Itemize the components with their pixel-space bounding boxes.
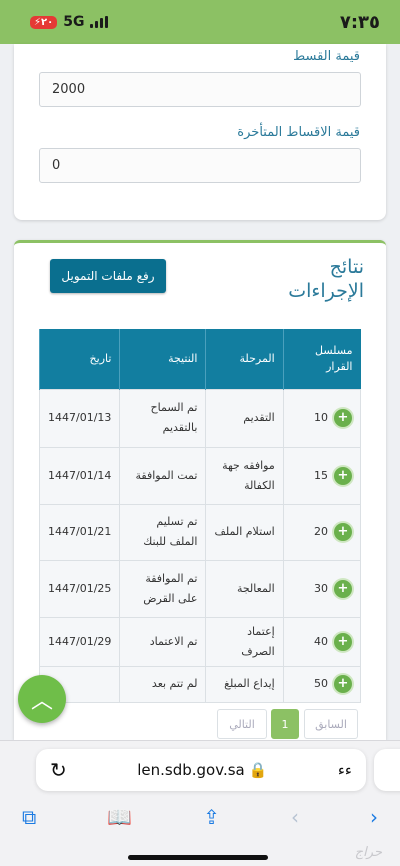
back-icon[interactable]: ‹ — [291, 805, 299, 829]
address-bar[interactable]: ↻ len.sdb.gov.sa 🔒 ءء — [36, 749, 366, 791]
row-serial: 20 — [314, 525, 328, 538]
row-date: 1447/01/21 — [38, 503, 121, 561]
table-row: +30 المعالجة تم الموافقة على القرض 1447/… — [38, 559, 362, 618]
expand-row-icon[interactable]: + — [334, 466, 352, 485]
url-text: len.sdb.gov.sa — [137, 761, 245, 779]
row-date: 1447/01/13 — [38, 388, 121, 448]
installment-input[interactable]: 2000 — [39, 72, 361, 107]
scroll-to-top-button[interactable]: ︿ — [18, 675, 66, 723]
lock-icon: 🔒 — [248, 761, 268, 779]
row-date: 1447/01/14 — [38, 446, 121, 505]
pagination-page-1[interactable]: 1 — [271, 709, 299, 739]
table-row: +50 إيداع المبلغ لم تتم بعد — [38, 665, 362, 703]
row-serial: 30 — [314, 581, 328, 595]
row-serial: 15 — [314, 468, 328, 482]
tabs-icon[interactable]: ⧉ — [22, 805, 36, 829]
row-serial: 50 — [314, 677, 328, 690]
table-row: +40 إعتماد الصرف تم الاعتماد 1447/01/29 — [38, 616, 362, 667]
forward-icon[interactable]: › — [370, 805, 378, 829]
row-stage: موافقه جهة الكفالة — [205, 446, 284, 505]
header-serial: مسلسل القرار — [282, 329, 361, 389]
network-type: 5G — [63, 14, 85, 30]
table-row: +15 موافقه جهة الكفالة تمت الموافقة 1447… — [38, 446, 362, 505]
expand-row-icon[interactable]: + — [334, 409, 352, 427]
expand-row-icon[interactable]: + — [334, 632, 352, 651]
procedures-table: مسلسل القرار المرحلة النتيجة تاريخ +10 ا… — [38, 329, 362, 703]
row-stage: إعتماد الصرف — [205, 616, 284, 667]
table-row: +20 استلام الملف تم تسليم الملف للبنك 14… — [38, 503, 362, 561]
procedures-card: نتائج الإجراءات رفع ملفات التمويل مسلسل … — [14, 240, 386, 740]
row-serial: 10 — [314, 411, 328, 424]
table-header-row: مسلسل القرار المرحلة النتيجة تاريخ — [38, 329, 361, 389]
expand-row-icon[interactable]: + — [334, 675, 352, 693]
row-stage: التقديم — [205, 388, 284, 448]
row-result: تمت الموافقة — [119, 446, 207, 505]
home-indicator — [128, 855, 268, 860]
reload-icon[interactable]: ↻ — [50, 758, 67, 782]
chevron-up-icon: ︿ — [30, 689, 53, 714]
battery-icon: ⚡٢٠ — [30, 15, 58, 29]
row-result: تم تسليم الملف للبنك — [119, 503, 207, 561]
header-stage: المرحلة — [205, 329, 284, 389]
row-date: 1447/01/29 — [38, 616, 121, 667]
row-stage: إيداع المبلغ — [205, 665, 284, 703]
row-stage: المعالجة — [205, 559, 284, 618]
status-indicators: ⚡٢٠ 5G — [30, 14, 109, 30]
browser-toolbar: ⧉ 📖 ⇪ ‹ › — [0, 799, 400, 835]
row-stage: استلام الملف — [205, 503, 284, 561]
late-installments-label: قيمة الاقساط المتأخرة — [237, 125, 360, 140]
row-result: تم السماح بالتقديم — [119, 388, 207, 448]
header-result: النتيجة — [119, 329, 206, 389]
expand-row-icon[interactable]: + — [334, 579, 352, 598]
next-tab-preview[interactable] — [374, 749, 400, 791]
expand-row-icon[interactable]: + — [334, 523, 352, 541]
section-title: نتائج الإجراءات — [288, 256, 364, 302]
row-date: 1447/01/25 — [38, 559, 121, 618]
row-serial: 40 — [314, 634, 328, 648]
pagination-prev-button[interactable]: السابق — [304, 709, 358, 739]
late-installments-value: 0 — [52, 158, 61, 173]
bookmarks-icon[interactable]: 📖 — [107, 805, 132, 829]
installment-card: قيمة القسط 2000 قيمة الاقساط المتأخرة 0 — [14, 44, 386, 220]
pagination-next-button[interactable]: التالي — [217, 709, 267, 739]
installment-label: قيمة القسط — [293, 49, 360, 64]
battery-level: ٢٠ — [41, 16, 54, 28]
row-result: لم تتم بعد — [119, 665, 207, 703]
share-icon[interactable]: ⇪ — [203, 805, 220, 829]
table-row: +10 التقديم تم السماح بالتقديم 1447/01/1… — [38, 388, 362, 448]
text-size-button[interactable]: ءء — [338, 761, 352, 779]
row-result: تم الموافقة على القرض — [119, 559, 207, 618]
clock: ٧:٣٥ — [339, 11, 380, 33]
header-date: تاريخ — [38, 329, 120, 389]
row-result: تم الاعتماد — [119, 616, 207, 667]
installment-value: 2000 — [52, 82, 86, 97]
upload-financing-files-button[interactable]: رفع ملفات التمويل — [50, 259, 166, 293]
signal-icon — [90, 16, 109, 28]
late-installments-input[interactable]: 0 — [39, 148, 361, 183]
browser-chrome: ↻ len.sdb.gov.sa 🔒 ءء ⧉ 📖 ⇪ ‹ › حراج — [0, 740, 400, 866]
watermark-logo: حراج — [354, 845, 382, 860]
url-display: len.sdb.gov.sa 🔒 — [137, 761, 267, 779]
status-bar: ⚡٢٠ 5G ٧:٣٥ — [0, 0, 400, 44]
